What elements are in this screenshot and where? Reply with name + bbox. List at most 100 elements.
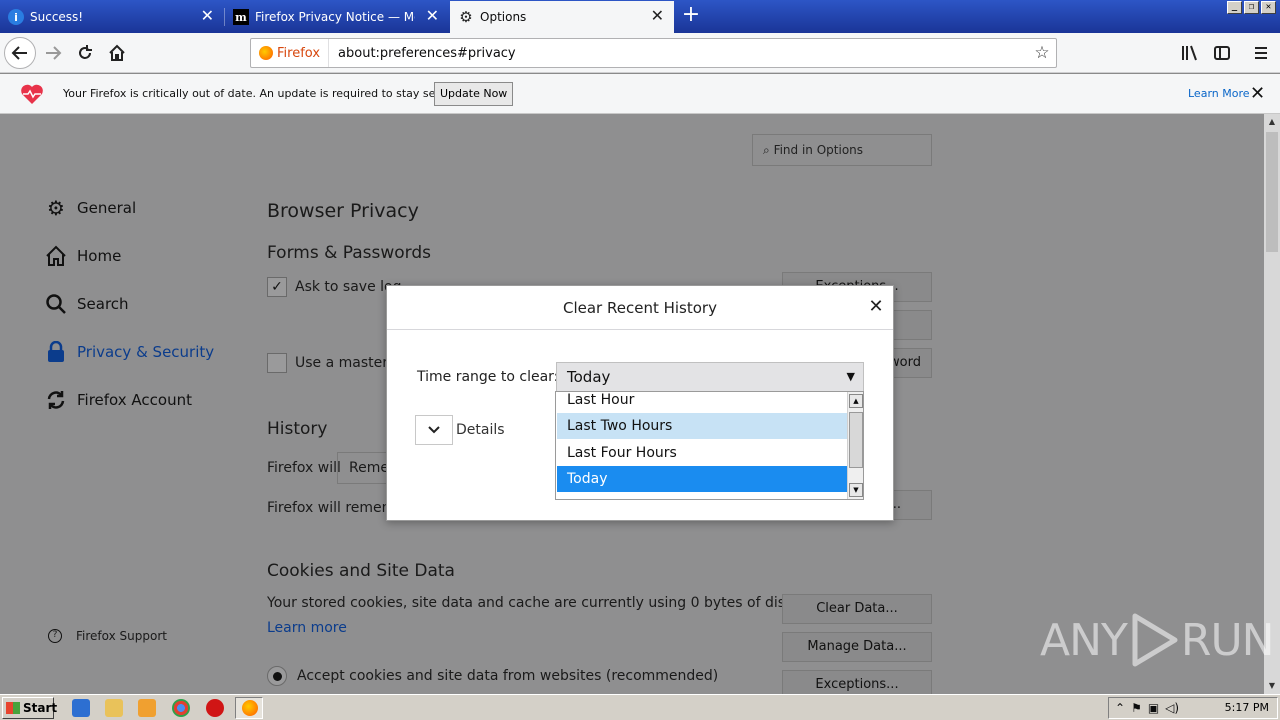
sidebar-item-search[interactable]: Search	[44, 292, 129, 316]
close-tab-icon[interactable]: ✕	[651, 8, 664, 24]
option-last-hour[interactable]: Last Hour	[557, 392, 847, 413]
option-last-four-hours[interactable]: Last Four Hours	[557, 440, 847, 466]
sidebar-item-label: General	[77, 199, 137, 217]
firefox-taskbar-button[interactable]	[235, 697, 263, 719]
reload-icon[interactable]	[69, 37, 101, 69]
cookies-usage-text: Your stored cookies, site data and cache…	[267, 595, 844, 611]
forward-icon[interactable]	[37, 37, 69, 69]
library-icon[interactable]	[1175, 37, 1205, 69]
support-label: Firefox Support	[76, 629, 167, 643]
scroll-down-icon[interactable]: ▼	[1264, 678, 1280, 694]
update-now-button[interactable]: Update Now	[434, 82, 514, 106]
learn-more-link[interactable]: Learn More	[1188, 87, 1250, 100]
ask-save-logins-checkbox[interactable]: ✓	[267, 277, 287, 297]
minimize-icon[interactable]: _	[1227, 1, 1242, 14]
find-placeholder: Find in Options	[773, 143, 864, 157]
option-today[interactable]: Today	[557, 466, 847, 492]
url-bar[interactable]: Firefox about:preferences#privacy ☆	[250, 38, 1057, 68]
restore-icon[interactable]: ❐	[1244, 1, 1259, 14]
opera-icon[interactable]	[206, 699, 224, 717]
flag-icon[interactable]: ⚑	[1131, 701, 1142, 715]
scrollbar-thumb[interactable]	[849, 412, 863, 468]
home-icon[interactable]	[101, 37, 133, 69]
sidebar-item-general[interactable]: ⚙ General	[44, 196, 136, 220]
tray-expand-icon[interactable]: ⌃	[1115, 701, 1125, 715]
start-label: Start	[23, 701, 58, 715]
tab-label: Success!	[30, 10, 84, 24]
time-range-options-list: Last Hour Last Two Hours Last Four Hours…	[555, 391, 864, 500]
bookmark-star-icon[interactable]: ☆	[1028, 43, 1056, 63]
find-in-options-input[interactable]: ⌕ Find in Options	[752, 134, 932, 166]
sidebar-item-label: Search	[77, 295, 129, 313]
cookies-learn-more-link[interactable]: Learn more	[267, 620, 347, 636]
new-tab-icon[interactable]: +	[680, 4, 702, 28]
scroll-up-icon[interactable]: ▲	[1264, 114, 1280, 130]
time-range-label: Time range to clear:	[417, 369, 559, 385]
play-logo-icon	[1132, 613, 1178, 667]
media-player-icon[interactable]	[138, 699, 156, 717]
manage-data-button[interactable]: Manage Data...	[782, 632, 932, 662]
volume-icon[interactable]: ◁)	[1165, 701, 1179, 715]
tab-label: Options	[480, 10, 527, 24]
windows-taskbar: Start ⌃ ⚑ ▣ ◁) 5:17 PM	[0, 694, 1280, 720]
help-icon: ?	[48, 629, 62, 643]
scroll-down-icon[interactable]: ▼	[849, 483, 863, 497]
mozilla-icon: m	[233, 9, 249, 25]
url-text[interactable]: about:preferences#privacy	[329, 46, 1028, 61]
cookies-exceptions-button[interactable]: Exceptions...	[782, 670, 932, 694]
page-scrollbar[interactable]: ▲ ▼	[1264, 114, 1280, 694]
menu-icon[interactable]	[1246, 37, 1276, 69]
time-range-select[interactable]: Today ▼	[556, 362, 864, 392]
accept-cookies-radio[interactable]	[267, 666, 287, 686]
firefox-support-link[interactable]: ? Firefox Support	[48, 629, 167, 643]
clock: 5:17 PM	[1224, 701, 1269, 714]
tab-privacy-notice[interactable]: m Firefox Privacy Notice — Mozilla ✕	[225, 1, 449, 33]
tray-icons: ⌃ ⚑ ▣ ◁)	[1115, 701, 1179, 715]
folder-icon[interactable]	[105, 699, 123, 717]
gear-icon: ⚙	[459, 8, 473, 26]
options-scrollbar[interactable]: ▲ ▼	[847, 392, 863, 499]
close-icon[interactable]: ✕	[1250, 83, 1265, 104]
accept-cookies-label: Accept cookies and site data from websit…	[297, 668, 719, 684]
watermark-left: ANY	[1040, 614, 1128, 666]
close-icon[interactable]: ✕	[865, 296, 887, 318]
sync-icon	[44, 388, 68, 412]
option-last-two-hours[interactable]: Last Two Hours	[557, 413, 847, 439]
master-password-checkbox[interactable]	[267, 353, 287, 373]
sidebar-item-privacy-security[interactable]: Privacy & Security	[44, 340, 214, 364]
tab-success[interactable]: i Success! ✕	[0, 1, 224, 33]
close-tab-icon[interactable]: ✕	[201, 8, 214, 24]
scroll-up-icon[interactable]: ▲	[849, 394, 863, 408]
chrome-icon[interactable]	[172, 699, 190, 717]
anyrun-watermark: ANY RUN	[1040, 612, 1275, 668]
start-button[interactable]: Start	[2, 697, 58, 719]
page-title: Browser Privacy	[267, 200, 419, 222]
ie-icon[interactable]	[72, 699, 90, 717]
windows-logo-icon	[6, 702, 20, 714]
close-window-icon[interactable]: ✕	[1261, 1, 1276, 14]
info-icon: i	[8, 9, 24, 25]
sidebar-toggle-icon[interactable]	[1207, 37, 1237, 69]
details-toggle-button[interactable]	[415, 415, 453, 445]
sidebar-item-label: Privacy & Security	[77, 343, 215, 361]
search-icon	[44, 292, 68, 316]
chevron-down-icon	[428, 423, 440, 437]
close-tab-icon[interactable]: ✕	[426, 8, 439, 24]
heart-alert-icon	[21, 84, 43, 104]
scrollbar-thumb[interactable]	[1266, 132, 1278, 252]
back-icon[interactable]	[4, 37, 36, 69]
tab-label: Firefox Privacy Notice — Mozilla	[255, 10, 415, 24]
window-controls: _ ❐ ✕	[1227, 1, 1276, 14]
tab-strip: i Success! ✕ m Firefox Privacy Notice — …	[0, 0, 1280, 33]
identity-box[interactable]: Firefox	[251, 39, 330, 67]
network-icon[interactable]: ▣	[1148, 701, 1159, 715]
notification-message: Your Firefox is critically out of date. …	[63, 87, 463, 100]
home-icon	[44, 244, 68, 268]
sidebar-item-home[interactable]: Home	[44, 244, 121, 268]
cookies-heading: Cookies and Site Data	[267, 561, 455, 581]
tab-options[interactable]: ⚙ Options ✕	[450, 1, 674, 33]
watermark-right: RUN	[1180, 614, 1275, 666]
clear-data-button[interactable]: Clear Data...	[782, 594, 932, 624]
firefox-logo-icon	[259, 46, 273, 60]
sidebar-item-firefox-account[interactable]: Firefox Account	[44, 388, 192, 412]
